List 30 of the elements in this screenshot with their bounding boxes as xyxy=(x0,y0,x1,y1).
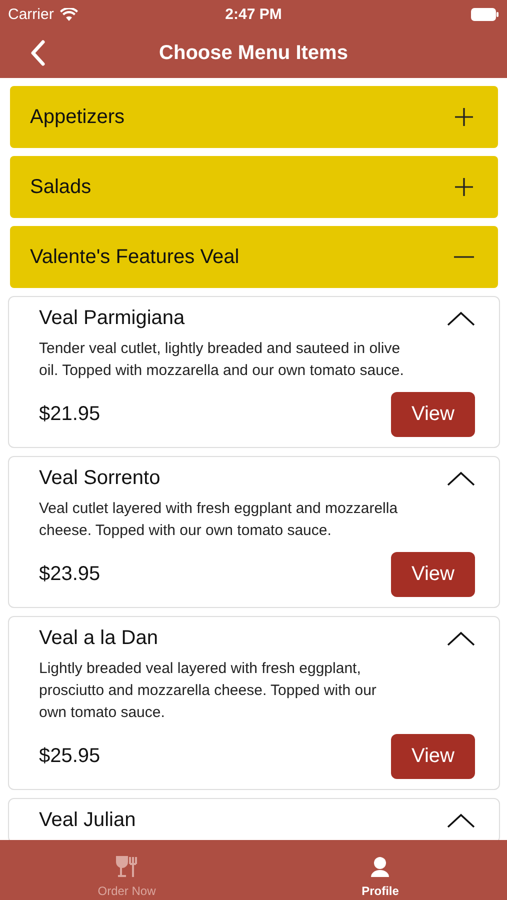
category-header[interactable]: Valente's Features Veal xyxy=(10,226,498,288)
chevron-up-icon[interactable] xyxy=(447,812,475,828)
item-price: $25.95 xyxy=(39,745,100,768)
screen-title: Choose Menu Items xyxy=(159,42,348,64)
item-description: Veal cutlet layered with fresh eggplant and mozzarella cheese. Topped with our own tomato sauce. xyxy=(39,499,399,541)
status-time: 2:47 PM xyxy=(225,6,282,22)
view-button[interactable]: View xyxy=(391,552,475,597)
back-icon xyxy=(30,40,46,66)
profile-icon xyxy=(369,856,392,878)
view-button[interactable]: View xyxy=(391,734,475,779)
item-description: Lightly breaded veal layered with fresh eggplant, prosciutto and mozzarella cheese. Topped with our own tomato sauce. xyxy=(39,659,378,723)
chevron-up-icon[interactable] xyxy=(447,470,475,486)
view-button[interactable]: View xyxy=(391,392,475,437)
battery-icon xyxy=(471,8,499,20)
item-name: Veal Parmigiana xyxy=(39,307,185,330)
item-name: Veal Sorrento xyxy=(39,467,160,490)
item-price: $23.95 xyxy=(39,563,100,586)
category-header[interactable]: Appetizers xyxy=(10,86,498,148)
chevron-up-icon[interactable] xyxy=(447,310,475,326)
tab-button[interactable]: Profile xyxy=(254,840,507,900)
wifi-icon xyxy=(60,8,78,20)
item-name: Veal a la Dan xyxy=(39,627,158,650)
item-name: Veal Julian xyxy=(39,809,136,832)
category-header[interactable]: Salads xyxy=(10,156,498,218)
item-price: $21.95 xyxy=(39,403,100,426)
item-description: Tender veal cutlet, lightly breaded and sauteed in olive oil. Topped with mozzarella and our own tomato sauce. xyxy=(39,339,405,381)
back-button[interactable] xyxy=(30,40,46,66)
chevron-up-icon[interactable] xyxy=(447,630,475,646)
wine-fork-icon xyxy=(116,856,138,878)
carrier-label: Carrier xyxy=(8,6,54,22)
